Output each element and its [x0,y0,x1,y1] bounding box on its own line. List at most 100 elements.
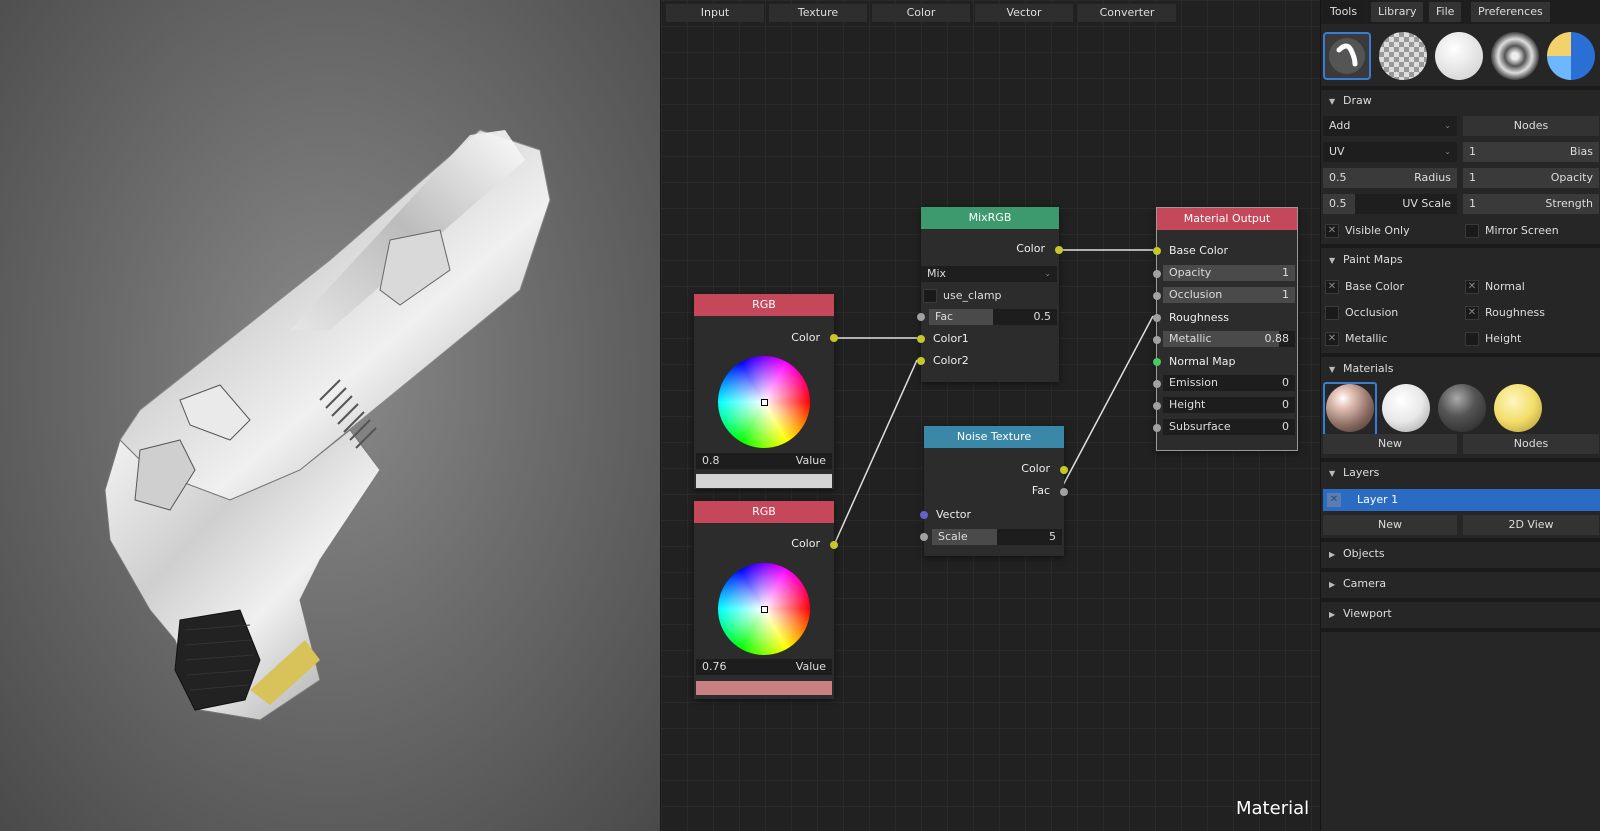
check-icon[interactable]: ✕ [1465,306,1479,320]
menu-vector[interactable]: Vector [975,4,1073,22]
checkbox-box[interactable] [923,289,937,303]
layer-2d-view-button[interactable]: 2D View [1463,515,1599,535]
noise-vector-socket[interactable] [920,511,928,519]
base-color-checkbox[interactable]: ✕ Base Color [1325,279,1404,295]
normal-checkbox[interactable]: ✕ Normal [1465,279,1525,295]
check-icon[interactable]: ✕ [1325,224,1339,238]
checkbox-box[interactable] [1325,306,1339,320]
check-icon[interactable]: ✕ [1465,280,1479,294]
mixrgb-mode-select[interactable]: Mix ⌄ [921,266,1057,282]
output-emission-socket[interactable] [1153,380,1161,388]
mixrgb-fac-slider[interactable]: Fac 0.5 [929,309,1057,325]
noise-scale-slider[interactable]: Scale 5 [932,529,1062,545]
material-output-node[interactable]: Material Output Base Color Opacity 1 Occ… [1153,207,1298,451]
noise-color-socket[interactable] [1060,466,1068,474]
mixrgb-color2-socket[interactable] [917,357,925,365]
output-normal-map-socket[interactable] [1153,358,1161,366]
material-2-thumb[interactable] [1382,384,1430,432]
noise-scale-socket[interactable] [920,533,928,541]
mixrgb-color-out-socket[interactable] [1055,246,1063,254]
layer-visibility-icon[interactable]: ✕ [1327,493,1341,507]
rgb-node-1-color-socket[interactable] [830,334,838,342]
output-base-color-socket[interactable] [1153,247,1161,255]
brush-blur-thumb[interactable] [1547,32,1595,80]
section-camera[interactable]: ▶ Camera [1321,573,1600,595]
draw-opacity-field[interactable]: 1 Opacity [1463,168,1599,188]
draw-strength-field[interactable]: 1 Strength [1463,194,1599,214]
mixrgb-clamp-checkbox[interactable]: use_clamp [923,288,1002,304]
material-4-thumb[interactable] [1494,384,1542,432]
tab-file[interactable]: File [1429,2,1462,22]
output-subsurface-socket[interactable] [1153,424,1161,432]
menu-converter[interactable]: Converter [1078,4,1176,22]
material-new-button[interactable]: New [1323,434,1457,454]
output-height-socket[interactable] [1153,402,1161,410]
rgb-node-1[interactable]: RGB Color 0.8 Value [694,294,838,489]
rgb-node-2[interactable]: RGB Color 0.76 Value [694,501,838,699]
menu-texture[interactable]: Texture [769,4,867,22]
layer-1-row[interactable]: ✕ Layer 1 [1323,489,1600,511]
checkbox-box[interactable] [1465,332,1479,346]
color-wheel-cursor[interactable] [761,606,768,613]
output-roughness-socket[interactable] [1153,314,1161,322]
rgb-node-2-header[interactable]: RGB [694,501,834,523]
draw-radius-field[interactable]: 0.5 Radius [1323,168,1457,188]
rgb-node-1-header[interactable]: RGB [694,294,834,316]
tab-library[interactable]: Library [1371,2,1424,22]
output-subsurface-slider[interactable]: Subsurface 0 [1163,419,1295,435]
output-occlusion-slider[interactable]: Occlusion 1 [1163,287,1295,303]
tab-tools[interactable]: Tools [1323,2,1365,22]
output-opacity-slider[interactable]: Opacity 1 [1163,265,1295,281]
rgb-node-2-color-wheel[interactable] [718,563,810,655]
rgb-node-2-value-slider[interactable]: 0.76 Value [696,659,832,675]
section-draw[interactable]: ▼ Draw [1321,90,1600,112]
mixrgb-node[interactable]: MixRGB Color Mix ⌄ use_clamp Fac 0.5 Col… [917,207,1063,382]
draw-uv-select[interactable]: UV ⌄ [1323,142,1457,162]
tab-preferences[interactable]: Preferences [1471,2,1550,22]
metallic-checkbox[interactable]: ✕ Metallic [1325,331,1388,347]
draw-uv-scale-field[interactable]: 0.5 UV Scale [1323,194,1457,214]
noise-texture-header[interactable]: Noise Texture [924,426,1064,448]
color-wheel-cursor[interactable] [761,399,768,406]
section-layers[interactable]: ▼ Layers [1321,462,1600,484]
draw-mode-select[interactable]: Add ⌄ [1323,116,1457,136]
draw-bias-field[interactable]: 1 Bias [1463,142,1599,162]
brush-fill-thumb[interactable] [1435,32,1483,80]
checkbox-box[interactable] [1465,224,1479,238]
material-output-header[interactable]: Material Output [1157,208,1297,230]
output-opacity-socket[interactable] [1153,270,1161,278]
3d-viewport[interactable] [0,0,660,831]
menu-input[interactable]: Input [666,4,764,22]
mixrgb-fac-socket[interactable] [917,313,925,321]
occlusion-checkbox[interactable]: Occlusion [1325,305,1398,321]
brush-eraser-thumb[interactable] [1379,32,1427,80]
output-metallic-slider[interactable]: Metallic 0.88 [1163,331,1295,347]
menu-color[interactable]: Color [872,4,970,22]
output-occlusion-socket[interactable] [1153,292,1161,300]
mixrgb-node-header[interactable]: MixRGB [921,207,1059,229]
rgb-node-2-color-socket[interactable] [830,541,838,549]
section-objects[interactable]: ▶ Objects [1321,543,1600,565]
brush-draw-thumb[interactable] [1323,32,1371,80]
mixrgb-color1-socket[interactable] [917,335,925,343]
material-1-thumb[interactable] [1326,384,1374,432]
section-paint-maps[interactable]: ▼ Paint Maps [1321,249,1600,271]
rgb-node-1-value-slider[interactable]: 0.8 Value [696,453,832,469]
visible-only-checkbox[interactable]: ✕ Visible Only [1325,223,1410,239]
material-nodes-button[interactable]: Nodes [1463,434,1599,454]
section-viewport[interactable]: ▶ Viewport [1321,603,1600,625]
output-emission-slider[interactable]: Emission 0 [1163,375,1295,391]
check-icon[interactable]: ✕ [1325,280,1339,294]
output-height-slider[interactable]: Height 0 [1163,397,1295,413]
output-metallic-socket[interactable] [1153,336,1161,344]
check-icon[interactable]: ✕ [1325,332,1339,346]
layer-new-button[interactable]: New [1323,515,1457,535]
draw-nodes-button[interactable]: Nodes [1463,116,1599,136]
node-editor[interactable]: Input Texture Color Vector Converter RGB… [660,0,1320,831]
noise-texture-node[interactable]: Noise Texture Color Fac Vector Scale 5 [920,426,1068,556]
section-materials[interactable]: ▼ Materials [1321,358,1600,380]
material-3-thumb[interactable] [1438,384,1486,432]
mirror-screen-checkbox[interactable]: Mirror Screen [1465,223,1559,239]
rgb-node-1-color-wheel[interactable] [718,356,810,448]
noise-fac-socket[interactable] [1060,488,1068,496]
